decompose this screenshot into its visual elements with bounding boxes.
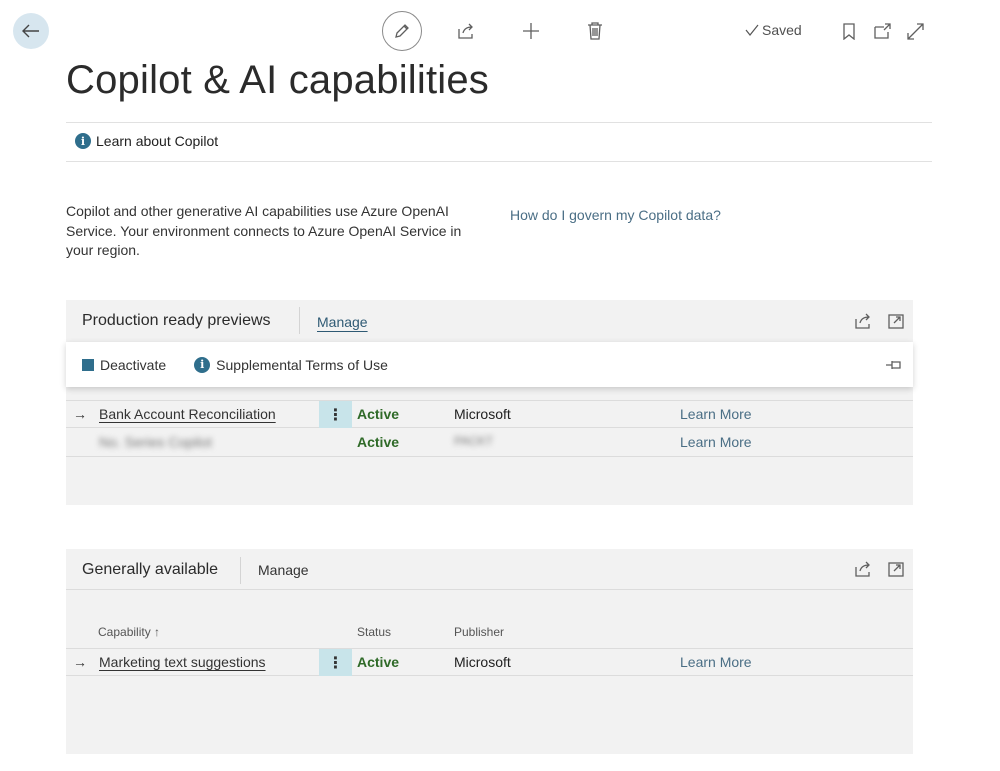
status-badge: Active (357, 434, 400, 450)
status-badge: Active (357, 654, 400, 670)
capability-link[interactable]: No. Series Copilot (99, 434, 212, 450)
publisher-cell: Microsoft (454, 654, 511, 670)
arrow-left-icon (22, 24, 39, 38)
deactivate-button[interactable]: Deactivate (82, 357, 166, 373)
row-menu-button[interactable]: ⋮ (319, 649, 352, 676)
publisher-cell: PACKT (454, 434, 494, 448)
share-button[interactable] (455, 20, 477, 42)
column-header-publisher[interactable]: Publisher (454, 625, 504, 639)
status-badge: Active (357, 406, 400, 422)
learn-more-link[interactable]: Learn More (680, 654, 752, 670)
back-button[interactable] (13, 13, 49, 49)
divider (66, 122, 932, 123)
pin-icon (886, 360, 901, 369)
deactivate-label: Deactivate (100, 356, 167, 373)
checkmark-icon (745, 24, 759, 36)
expand-part-icon (888, 313, 904, 329)
learn-copilot-label: Learn about Copilot (96, 133, 219, 149)
info-icon: i (75, 133, 91, 149)
manage-button-previews[interactable]: Manage (317, 314, 368, 330)
pin-button[interactable] (885, 359, 903, 371)
part-title-generally-available: Generally available (82, 561, 219, 578)
row-menu-button[interactable]: ⋮ (319, 401, 352, 428)
expand-part-icon (888, 561, 904, 577)
info-icon: i (194, 356, 211, 373)
expand-button[interactable] (905, 20, 925, 42)
collapse-part-button[interactable] (886, 311, 906, 331)
bookmark-icon (843, 22, 855, 40)
learn-more-link[interactable]: Learn More (680, 406, 752, 422)
divider (66, 589, 913, 590)
action-bar: Deactivate i Supplemental Terms of Use (66, 342, 913, 387)
supplemental-terms-button[interactable]: i Supplemental Terms of Use (194, 356, 388, 373)
saved-indicator: Saved (745, 22, 802, 38)
share-icon (854, 313, 870, 329)
learn-about-copilot-link[interactable]: i Learn about Copilot (75, 133, 218, 149)
deactivate-icon (82, 358, 94, 371)
page-title: Copilot & AI capabilities (66, 58, 490, 102)
share-part-button[interactable] (853, 559, 873, 579)
share-icon (854, 561, 870, 577)
part-separator (240, 557, 241, 584)
expand-icon (906, 22, 924, 40)
divider (66, 161, 932, 162)
manage-button-ga[interactable]: Manage (258, 562, 309, 578)
table-row[interactable]: → Marketing text suggestions ⋮ Active Mi… (66, 648, 913, 676)
arrow-right-icon: → (73, 406, 87, 422)
share-part-button[interactable] (853, 311, 873, 331)
govern-copilot-data-link[interactable]: How do I govern my Copilot data? (510, 207, 721, 223)
part-title-previews: Production ready previews (82, 312, 271, 329)
new-button[interactable] (520, 20, 542, 42)
bookmark-button[interactable] (840, 20, 858, 42)
capability-link[interactable]: Marketing text suggestions (99, 654, 266, 670)
open-in-new-window-icon (873, 23, 891, 39)
edit-button[interactable] (382, 11, 422, 51)
collapse-part-button[interactable] (886, 559, 906, 579)
learn-more-link[interactable]: Learn More (680, 434, 752, 450)
delete-button[interactable] (584, 20, 606, 42)
share-icon (458, 23, 473, 39)
plus-icon (523, 23, 539, 39)
description-text: Copilot and other generative AI capabili… (66, 203, 462, 258)
pencil-icon (395, 24, 409, 38)
table-row[interactable]: No. Series Copilot Active PACKT Learn Mo… (66, 429, 913, 457)
column-header-status[interactable]: Status (357, 625, 391, 639)
column-header-capability[interactable]: Capability ↑ (98, 625, 160, 639)
arrow-right-icon: → (73, 654, 87, 670)
supplemental-terms-label: Supplemental Terms of Use (216, 356, 388, 373)
saved-label: Saved (762, 22, 802, 38)
table-row[interactable]: → Bank Account Reconciliation ⋮ Active M… (66, 400, 913, 428)
trash-icon (588, 22, 602, 40)
open-new-window-button[interactable] (872, 20, 892, 42)
capability-link[interactable]: Bank Account Reconciliation (99, 406, 276, 422)
part-separator (299, 307, 300, 334)
publisher-cell: Microsoft (454, 406, 511, 422)
